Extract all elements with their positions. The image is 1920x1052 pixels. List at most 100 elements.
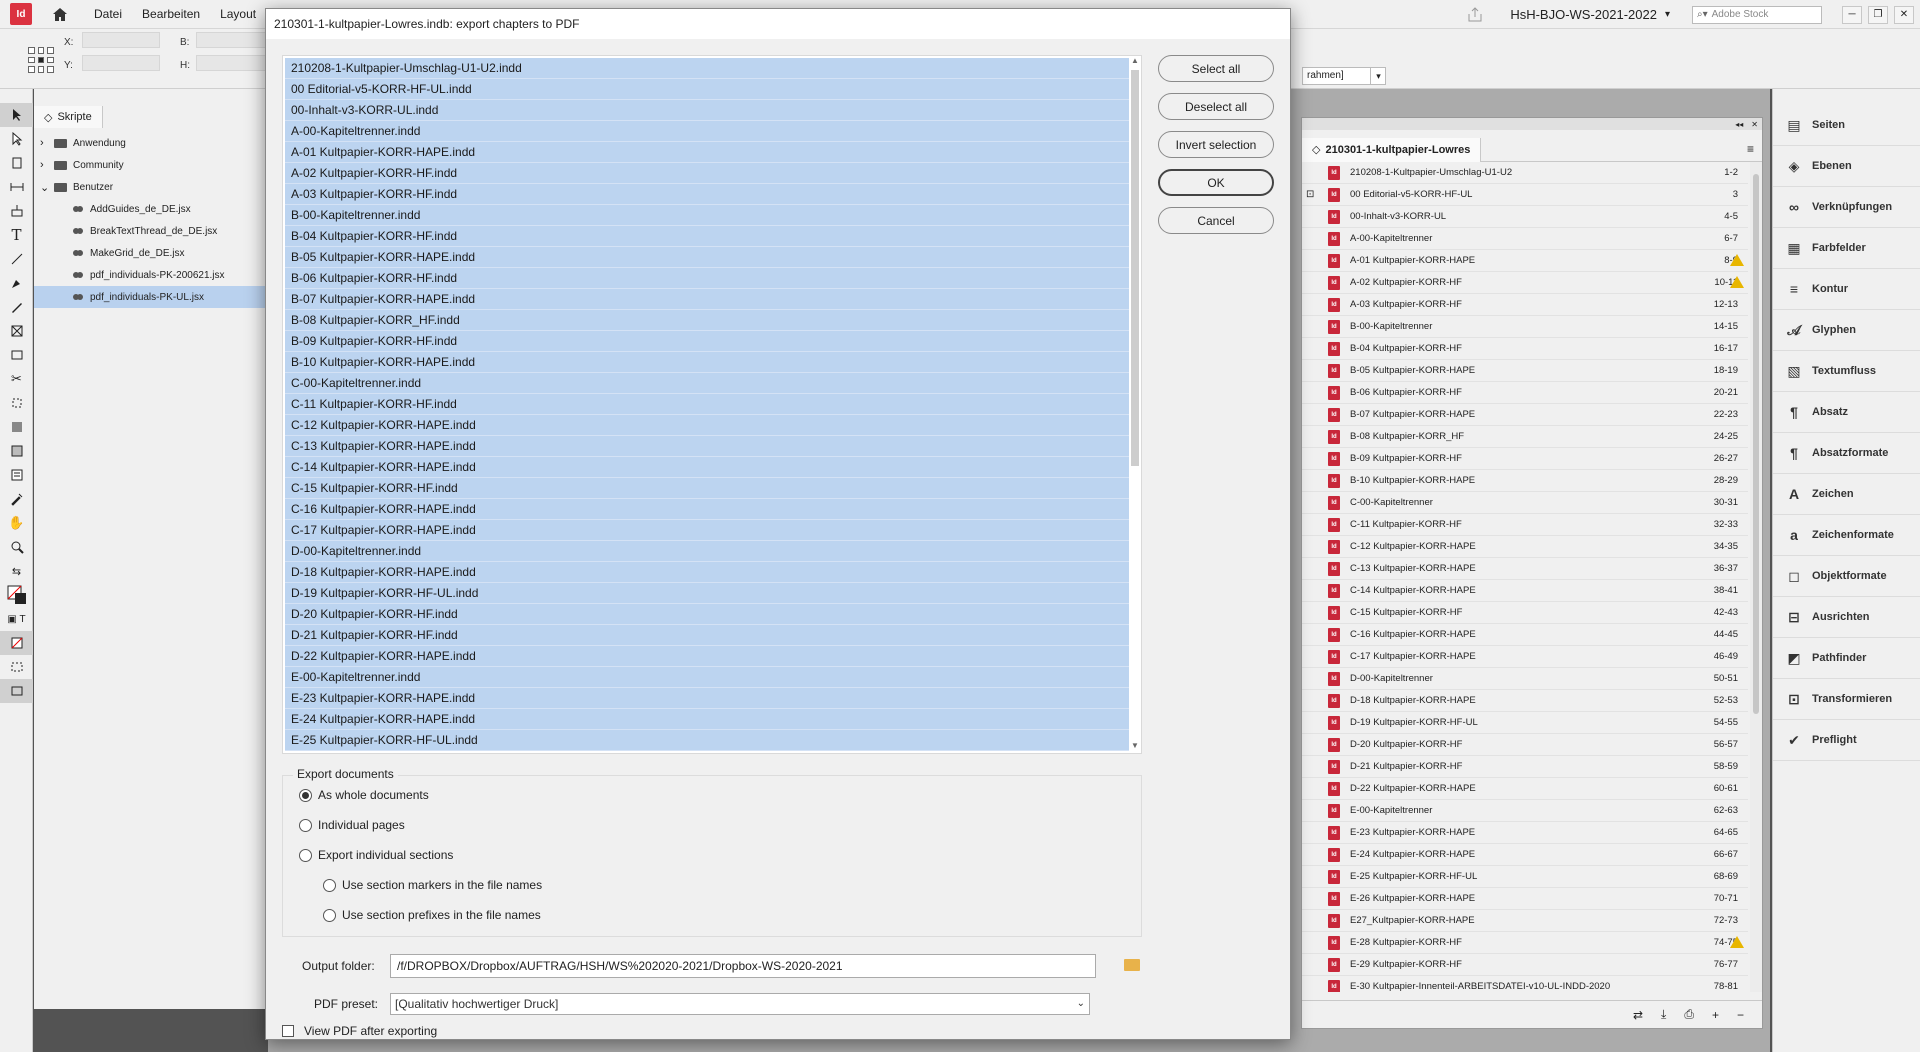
scroll-down-icon[interactable]: ▼ (1129, 741, 1141, 753)
gap-tool-icon[interactable] (0, 175, 33, 199)
book-document-row[interactable]: Id E27_Kultpapier-KORR-HAPE 72-73 (1302, 910, 1748, 932)
x-field[interactable] (82, 32, 160, 48)
dock-item-zeichen[interactable]: A Zeichen (1773, 474, 1920, 515)
book-document-row[interactable]: Id E-30 Kultpapier-Innenteil-ARBEITSDATEI… (1302, 976, 1748, 992)
radio-individual-sections[interactable]: Export individual sections (299, 848, 453, 862)
book-document-row[interactable]: Id C-12 Kultpapier-KORR-HAPE 34-35 (1302, 536, 1748, 558)
dock-item-ausrichten[interactable]: ⊟ Ausrichten (1773, 597, 1920, 638)
book-document-row[interactable]: Id A-03 Kultpapier-KORR-HF 12-13 (1302, 294, 1748, 316)
document-list-item[interactable]: C-15 Kultpapier-KORR-HF.indd (285, 478, 1131, 499)
book-document-row[interactable]: Id B-09 Kultpapier-KORR-HF 26-27 (1302, 448, 1748, 470)
pdf-preset-select[interactable]: [Qualitativ hochwertiger Druck] ⌄ (390, 993, 1090, 1015)
document-list-item[interactable]: A-02 Kultpapier-KORR-HF.indd (285, 163, 1131, 184)
dock-item-absatz[interactable]: ¶ Absatz (1773, 392, 1920, 433)
tree-item[interactable]: MakeGrid_de_DE.jsx (34, 242, 267, 264)
book-document-row[interactable]: Id E-24 Kultpapier-KORR-HAPE 66-67 (1302, 844, 1748, 866)
document-list-item[interactable]: D-22 Kultpapier-KORR-HAPE.indd (285, 646, 1131, 667)
scissors-tool-icon[interactable]: ✂ (0, 367, 33, 391)
tree-item[interactable]: BreakTextThread_de_DE.jsx (34, 220, 267, 242)
document-list-item[interactable]: C-17 Kultpapier-KORR-HAPE.indd (285, 520, 1131, 541)
tree-item[interactable]: › Community (34, 154, 267, 176)
book-document-row[interactable]: Id E-23 Kultpapier-KORR-HAPE 64-65 (1302, 822, 1748, 844)
document-list-item[interactable]: E-24 Kultpapier-KORR-HAPE.indd (285, 709, 1131, 730)
document-list-item[interactable]: C-16 Kultpapier-KORR-HAPE.indd (285, 499, 1131, 520)
document-list-item[interactable]: A-01 Kultpapier-KORR-HAPE.indd (285, 142, 1131, 163)
radio-button[interactable] (323, 878, 336, 892)
chevron-right-icon[interactable]: › (40, 137, 54, 149)
book-document-row[interactable]: Id B-10 Kultpapier-KORR-HAPE 28-29 (1302, 470, 1748, 492)
document-list-item[interactable]: D-19 Kultpapier-KORR-HF-UL.indd (285, 583, 1131, 604)
book-document-row[interactable]: Id B-04 Kultpapier-KORR-HF 16-17 (1302, 338, 1748, 360)
restore-button[interactable]: ❐ (1868, 5, 1888, 24)
reference-point-selector[interactable] (28, 47, 54, 73)
document-list-item[interactable]: B-09 Kultpapier-KORR-HF.indd (285, 331, 1131, 352)
book-document-row[interactable]: Id E-00-Kapiteltrenner 62-63 (1302, 800, 1748, 822)
adobe-stock-search[interactable]: ⌕▾ Adobe Stock (1692, 5, 1822, 24)
dock-item-absatzformate[interactable]: ¶ Absatzformate (1773, 433, 1920, 474)
dock-item-farbfelder[interactable]: ▦ Farbfelder (1773, 228, 1920, 269)
book-document-row[interactable]: Id C-16 Kultpapier-KORR-HAPE 44-45 (1302, 624, 1748, 646)
book-document-row[interactable]: Id B-08 Kultpapier-KORR_HF 24-25 (1302, 426, 1748, 448)
document-list-item[interactable]: 210208-1-Kultpapier-Umschlag-U1-U2.indd (285, 58, 1131, 79)
document-list-item[interactable]: C-11 Kultpapier-KORR-HF.indd (285, 394, 1131, 415)
document-list-item[interactable]: B-00-Kapiteltrenner.indd (285, 205, 1131, 226)
dock-item-ebenen[interactable]: ◈ Ebenen (1773, 146, 1920, 187)
book-document-row[interactable]: Id E-28 Kultpapier-KORR-HF 74-75 (1302, 932, 1748, 954)
book-document-row[interactable]: ⊡ Id 00 Editorial-v5-KORR-HF-UL 3 (1302, 184, 1748, 206)
deselect-all-button[interactable]: Deselect all (1158, 93, 1274, 120)
swap-colors-icon[interactable]: ⇆ (0, 559, 33, 583)
cancel-button[interactable]: Cancel (1158, 207, 1274, 234)
dock-item-seiten[interactable]: ▤ Seiten (1773, 105, 1920, 146)
book-document-row[interactable]: Id D-00-Kapiteltrenner 50-51 (1302, 668, 1748, 690)
menu-datei[interactable]: Datei (94, 7, 122, 21)
chevron-down-icon[interactable]: ▾ (1370, 67, 1386, 85)
book-document-row[interactable]: Id B-05 Kultpapier-KORR-HAPE 18-19 (1302, 360, 1748, 382)
book-tab[interactable]: ◇ 210301-1-kultpapier-Lowres (1302, 137, 1482, 162)
close-button[interactable]: ✕ (1894, 5, 1914, 24)
home-icon[interactable] (50, 4, 70, 24)
hand-tool-icon[interactable]: ✋ (0, 511, 33, 535)
radio-as-whole-documents[interactable]: As whole documents (299, 788, 429, 802)
book-document-row[interactable]: Id E-29 Kultpapier-KORR-HF 76-77 (1302, 954, 1748, 976)
document-list-item[interactable]: D-18 Kultpapier-KORR-HAPE.indd (285, 562, 1131, 583)
dock-item-preflight[interactable]: ✔ Preflight (1773, 720, 1920, 761)
radio-button[interactable] (299, 788, 312, 802)
share-icon[interactable] (1466, 6, 1486, 24)
document-list-item[interactable]: C-14 Kultpapier-KORR-HAPE.indd (285, 457, 1131, 478)
dock-item-transformieren[interactable]: ⊡ Transformieren (1773, 679, 1920, 720)
dock-item-zeichenformate[interactable]: a Zeichenformate (1773, 515, 1920, 556)
book-document-row[interactable]: Id D-20 Kultpapier-KORR-HF 56-57 (1302, 734, 1748, 756)
y-field[interactable] (82, 55, 160, 71)
pencil-tool-icon[interactable] (0, 295, 33, 319)
book-document-row[interactable]: Id A-00-Kapiteltrenner 6-7 (1302, 228, 1748, 250)
book-document-row[interactable]: Id D-22 Kultpapier-KORR-HAPE 60-61 (1302, 778, 1748, 800)
document-list-item[interactable]: A-00-Kapiteltrenner.indd (285, 121, 1131, 142)
direct-selection-tool-icon[interactable] (0, 127, 33, 151)
apply-none-icon[interactable] (0, 631, 33, 655)
document-list-item[interactable]: C-13 Kultpapier-KORR-HAPE.indd (285, 436, 1131, 457)
remove-document-icon[interactable]: − (1737, 1008, 1744, 1022)
book-document-row[interactable]: Id A-01 Kultpapier-KORR-HAPE 8-9 (1302, 250, 1748, 272)
radio-section-prefixes[interactable]: Use section prefixes in the file names (323, 908, 541, 922)
book-document-row[interactable]: Id C-15 Kultpapier-KORR-HF 42-43 (1302, 602, 1748, 624)
pen-tool-icon[interactable] (0, 271, 33, 295)
formatting-affects-icon[interactable]: ▣ T (0, 607, 33, 631)
documents-scrollbar-thumb[interactable] (1131, 70, 1139, 466)
invert-selection-button[interactable]: Invert selection (1158, 131, 1274, 158)
document-list-item[interactable]: C-12 Kultpapier-KORR-HAPE.indd (285, 415, 1131, 436)
document-list-item[interactable]: D-21 Kultpapier-KORR-HF.indd (285, 625, 1131, 646)
book-document-row[interactable]: Id E-26 Kultpapier-KORR-HAPE 70-71 (1302, 888, 1748, 910)
book-document-row[interactable]: Id C-11 Kultpapier-KORR-HF 32-33 (1302, 514, 1748, 536)
close-panel-icon[interactable]: ✕ (1751, 120, 1758, 129)
scroll-up-icon[interactable]: ▲ (1129, 56, 1141, 68)
document-list-item[interactable]: E-00-Kapiteltrenner.indd (285, 667, 1131, 688)
book-document-row[interactable]: Id C-17 Kultpapier-KORR-HAPE 46-49 (1302, 646, 1748, 668)
gradient-feather-tool-icon[interactable] (0, 439, 33, 463)
menu-layout[interactable]: Layout (220, 7, 256, 21)
dock-item-objektformate[interactable]: ◻ Objektformate (1773, 556, 1920, 597)
radio-button[interactable] (323, 908, 336, 922)
dock-item-glyphen[interactable]: 𝒜 Glyphen (1773, 310, 1920, 351)
book-document-row[interactable]: Id B-07 Kultpapier-KORR-HAPE 22-23 (1302, 404, 1748, 426)
collapse-panel-icon[interactable]: ◂◂ (1735, 120, 1743, 129)
document-list-item[interactable]: B-04 Kultpapier-KORR-HF.indd (285, 226, 1131, 247)
